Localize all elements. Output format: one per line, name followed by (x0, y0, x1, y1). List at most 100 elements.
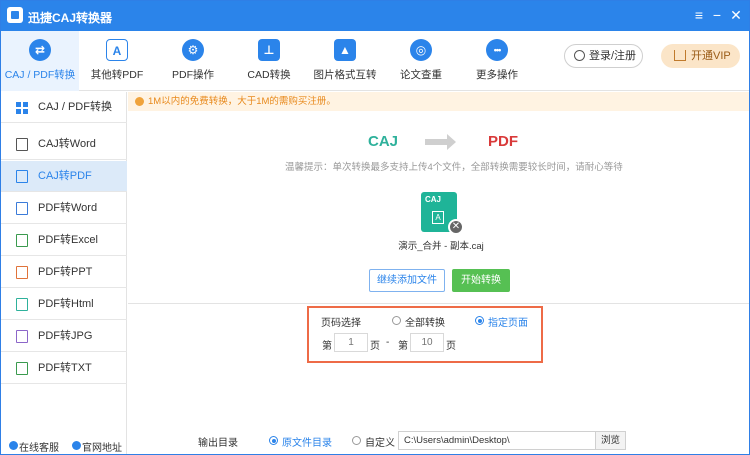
more-icon: ••• (486, 39, 508, 61)
sidebar-item-label: CAJ转Word (38, 138, 96, 150)
crown-icon (674, 50, 686, 61)
website-link[interactable]: 官网地址 (82, 439, 122, 454)
excel-file-icon (16, 234, 28, 247)
page-from-input[interactable] (334, 333, 368, 352)
user-icon (574, 50, 585, 61)
page-to-prefix: 第 (398, 341, 408, 352)
page-from-prefix: 第 (322, 341, 332, 352)
word-file-icon (16, 202, 28, 215)
menu-icon[interactable]: ≡ (689, 5, 709, 25)
original-directory-label[interactable]: 原文件目录 (282, 434, 332, 449)
convert-arrows-icon: ⇄ (29, 39, 51, 61)
gear-icon: ⚙ (182, 39, 204, 61)
file-name: 演示_合并 - 副本.caj (398, 241, 484, 252)
file-type-label: CAJ (425, 195, 442, 204)
arrow-right-icon (425, 134, 456, 150)
app-title: 迅捷CAJ转换器 (28, 11, 113, 25)
title-bar: 迅捷CAJ转换器 ≡ − ✕ (1, 1, 749, 31)
word-file-icon (16, 138, 28, 151)
tool-image-format[interactable]: ▲ 图片格式互转 (307, 31, 383, 91)
tool-caj-pdf-convert[interactable]: ⇄ CAJ / PDF转换 (1, 31, 79, 91)
browser-icon (72, 441, 81, 450)
all-pages-label[interactable]: 全部转换 (405, 314, 445, 329)
tool-label: 论文查重 (400, 69, 442, 81)
remove-file-icon[interactable]: ✕ (448, 219, 464, 235)
page-unit-label: 页 (446, 341, 456, 352)
output-directory-label: 输出目录 (198, 438, 238, 449)
image-icon: ▲ (334, 39, 356, 61)
sidebar-item-label: PDF转JPG (38, 330, 93, 342)
sidebar-item-caj-to-word[interactable]: CAJ转Word (1, 129, 127, 160)
sidebar-item-pdf-to-ppt[interactable]: PDF转PPT (1, 257, 127, 288)
page-to-input[interactable] (410, 333, 444, 352)
sidebar-item-label: PDF转PPT (38, 266, 93, 278)
sidebar-footer: 在线客服 官网地址 (1, 437, 127, 454)
pdf-file-icon (16, 170, 28, 183)
sidebar-item-label: CAJ / PDF转换 (38, 101, 112, 113)
cad-icon: ⊥ (258, 39, 280, 61)
tool-label: CAD转换 (247, 69, 291, 81)
start-convert-button[interactable]: 开始转换 (452, 269, 510, 292)
sidebar-item-label: PDF转Excel (38, 234, 98, 246)
sidebar-item-pdf-to-word[interactable]: PDF转Word (1, 193, 127, 224)
page-range-dash: - (386, 337, 390, 348)
info-icon (135, 97, 144, 106)
add-files-button[interactable]: 继续添加文件 (369, 269, 445, 292)
tool-label: 更多操作 (476, 69, 518, 81)
tool-label: 图片格式互转 (313, 69, 377, 81)
txt-file-icon (16, 362, 28, 375)
target-format-label: PDF (488, 133, 518, 150)
sidebar-item-caj-pdf[interactable]: CAJ / PDF转换 (1, 92, 127, 123)
page-selection-box: 页码选择 全部转换 指定页面 第 页 - 第 页 (307, 306, 543, 363)
document-glyph-icon: A (432, 211, 444, 224)
radio-specified-pages[interactable] (475, 316, 484, 325)
output-path-field[interactable]: C:\Users\admin\Desktop\ (398, 431, 596, 450)
sidebar-item-pdf-to-txt[interactable]: PDF转TXT (1, 353, 127, 384)
page-unit-label: 页 (370, 341, 380, 352)
sidebar-item-label: PDF转Html (38, 298, 94, 310)
sidebar-item-label: PDF转Word (38, 202, 98, 214)
browse-button[interactable]: 浏览 (596, 431, 626, 450)
tool-label: CAJ / PDF转换 (4, 69, 76, 81)
tool-label: 其他转PDF (90, 69, 144, 81)
sidebar-item-pdf-to-jpg[interactable]: PDF转JPG (1, 321, 127, 352)
app-window: 迅捷CAJ转换器 ≡ − ✕ ⇄ CAJ / PDF转换 A 其他转PDF ⚙ … (0, 0, 750, 455)
html-file-icon (16, 298, 28, 311)
sidebar-item-pdf-to-html[interactable]: PDF转Html (1, 289, 127, 320)
source-format-label: CAJ (368, 133, 399, 150)
radio-custom-directory[interactable] (352, 436, 361, 445)
tool-cad-convert[interactable]: ⊥ CAD转换 (231, 31, 307, 91)
sidebar-item-pdf-to-excel[interactable]: PDF转Excel (1, 225, 127, 256)
notice-text: 1M以内的免费转换，大于1M的需购买注册。 (148, 96, 336, 107)
tool-other-to-pdf[interactable]: A 其他转PDF (79, 31, 155, 91)
sidebar-item-label: CAJ转PDF (38, 170, 92, 182)
online-service-link[interactable]: 在线客服 (19, 439, 59, 454)
tool-more-operations[interactable]: ••• 更多操作 (459, 31, 535, 91)
tool-pdf-operations[interactable]: ⚙ PDF操作 (155, 31, 231, 91)
tip-text: 温馨提示：单次转换最多支持上传4个文件，全部转换需要较长时间，请耐心等待 (285, 162, 623, 173)
custom-directory-label[interactable]: 自定义 (365, 434, 395, 449)
sidebar-item-caj-to-pdf[interactable]: CAJ转PDF (1, 161, 127, 192)
sidebar: CAJ / PDF转换 CAJ转Word CAJ转PDF PDF转Word PD… (1, 92, 127, 454)
login-label: 登录/注册 (589, 50, 637, 62)
close-button[interactable]: ✕ (726, 5, 746, 25)
ppt-file-icon (16, 266, 28, 279)
search-doc-icon: ◎ (410, 39, 432, 61)
minimize-button[interactable]: − (707, 5, 727, 25)
open-vip-button[interactable]: 开通VIP (661, 44, 740, 68)
login-register-button[interactable]: 登录/注册 (564, 44, 643, 68)
notice-bar: 1M以内的免费转换，大于1M的需购买注册。 (128, 92, 749, 111)
tool-paper-check[interactable]: ◎ 论文查重 (383, 31, 459, 91)
jpg-file-icon (16, 330, 28, 343)
grid-icon (16, 101, 28, 114)
output-directory-row: 输出目录 原文件目录 自定义 C:\Users\admin\Desktop\ 浏… (128, 431, 749, 453)
sidebar-item-label: PDF转TXT (38, 362, 92, 374)
radio-all-pages[interactable] (392, 316, 401, 325)
headset-icon (9, 441, 18, 450)
page-selection-title: 页码选择 (321, 318, 361, 329)
divider (128, 303, 749, 304)
pdf-icon: A (106, 39, 128, 61)
specified-pages-label[interactable]: 指定页面 (488, 314, 528, 329)
radio-original-directory[interactable] (269, 436, 278, 445)
app-logo-icon (7, 7, 23, 23)
